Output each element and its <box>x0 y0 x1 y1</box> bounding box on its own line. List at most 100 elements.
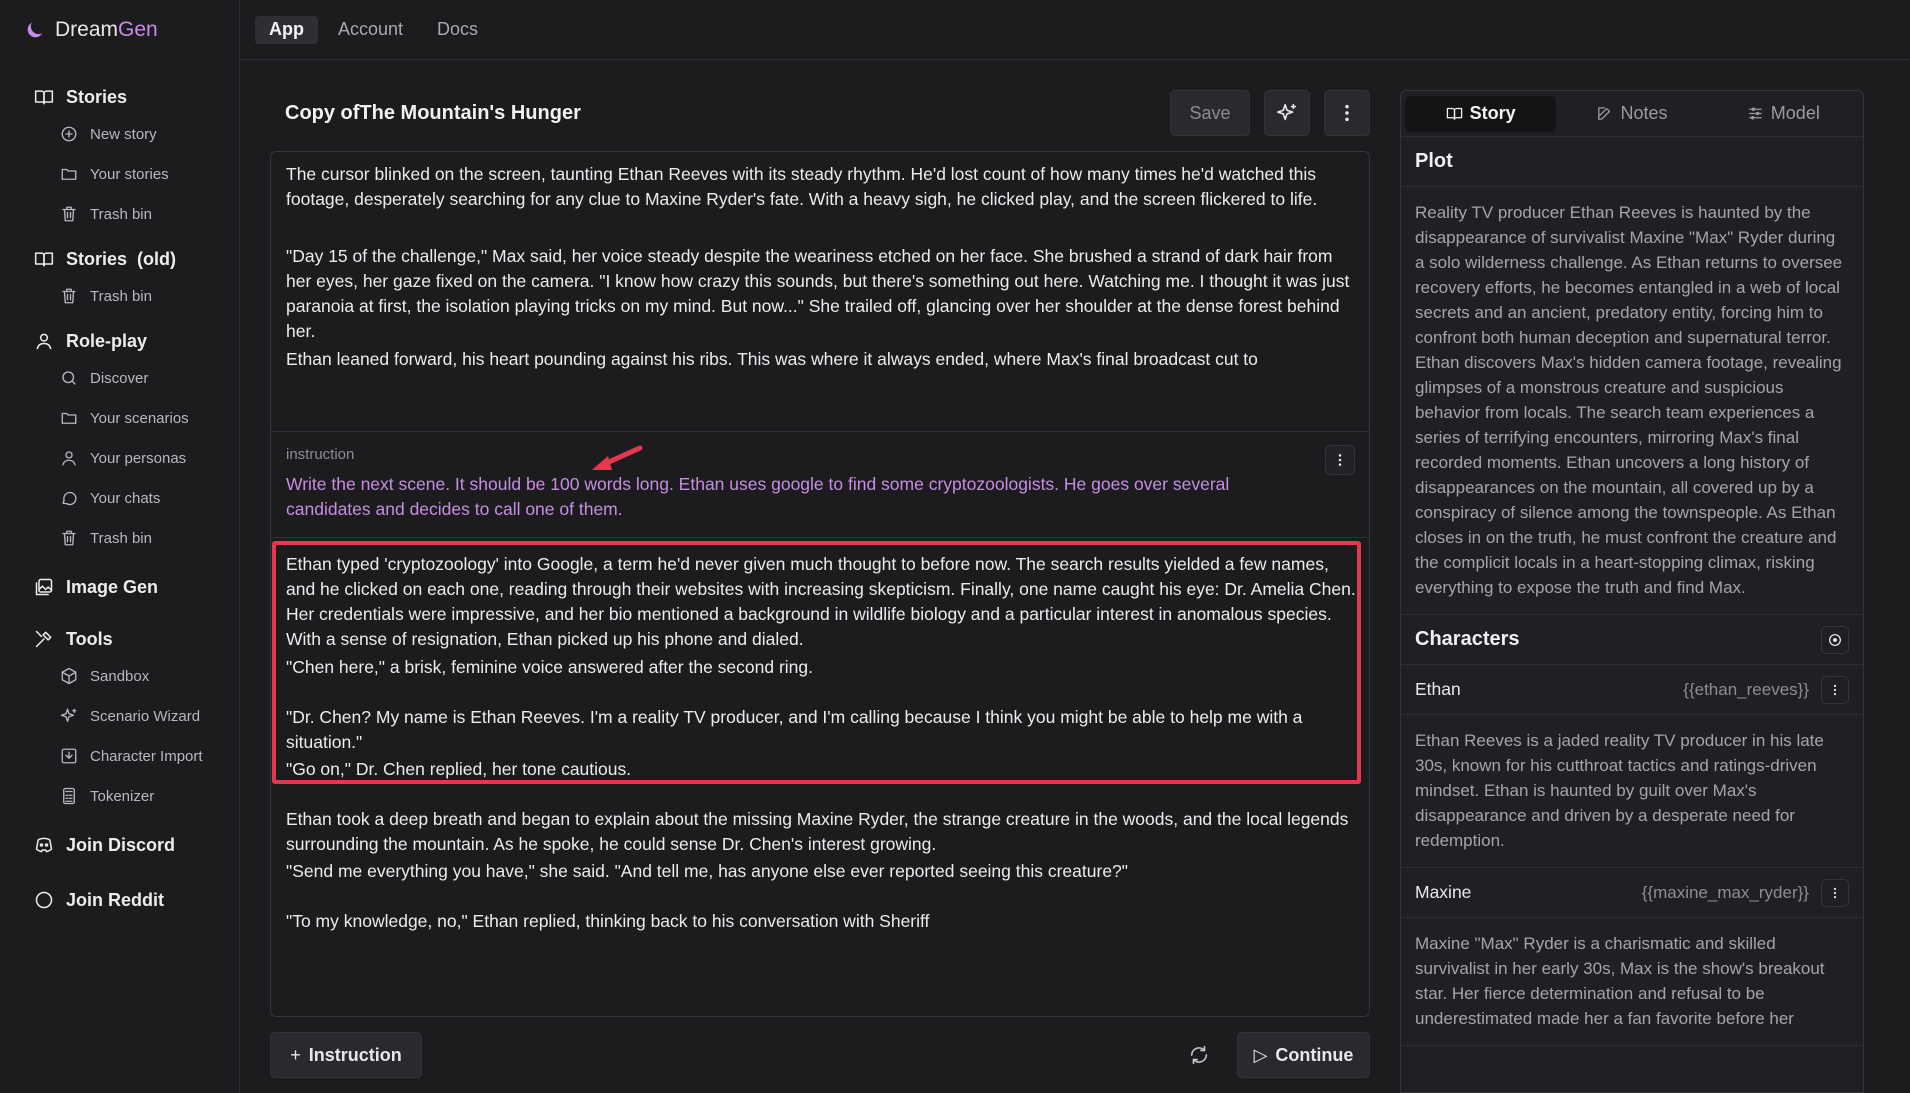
add-character-button[interactable] <box>1821 625 1849 654</box>
red-arrow-annotation <box>592 445 643 470</box>
more-vertical-icon <box>1332 452 1348 468</box>
sidebar-group-label: Join Discord <box>66 834 176 855</box>
story-paragraph[interactable]: "To my knowledge, no," Ethan replied, th… <box>286 909 1356 934</box>
tab-notes[interactable]: Notes <box>1556 96 1707 132</box>
generated-paragraph[interactable]: "Chen here," a brisk, feminine voice ans… <box>286 655 1356 680</box>
sidebar-item-your-personas[interactable]: Your personas <box>0 438 239 478</box>
sidebar-item-character-import[interactable]: Character Import <box>0 736 239 776</box>
sidebar-group-stories-old[interactable]: Stories (old) <box>0 242 239 276</box>
user-icon <box>34 331 54 351</box>
tab-story[interactable]: Story <box>1405 95 1557 132</box>
divider <box>271 431 1369 432</box>
character-name: Ethan <box>1415 679 1461 699</box>
plot-heading-label: Plot <box>1415 150 1453 172</box>
sidebar-item-label: Trash bin <box>90 287 152 305</box>
sidebar-item-discover[interactable]: Discover <box>0 358 239 398</box>
instruction-menu-button[interactable] <box>1325 445 1355 475</box>
book-icon <box>34 87 54 107</box>
more-vertical-icon <box>1828 683 1842 697</box>
tab-account[interactable]: Account <box>324 16 417 44</box>
sidebar-group-label: Image Gen <box>66 576 159 597</box>
sidebar-item-join-reddit[interactable]: Join Reddit <box>0 883 239 917</box>
sidebar-group-label: Stories <box>66 86 128 107</box>
edit-icon <box>1596 105 1613 122</box>
sidebar-group-stories[interactable]: Stories <box>0 80 239 114</box>
reddit-icon <box>34 890 54 910</box>
cube-icon <box>60 667 78 685</box>
story-paragraph[interactable]: The cursor blinked on the screen, taunti… <box>286 162 1356 212</box>
add-instruction-button[interactable]: + Instruction <box>270 1032 422 1078</box>
sidebar-item-trash-bin-old[interactable]: Trash bin <box>0 276 239 316</box>
sidebar-item-label: Your chats <box>90 489 161 507</box>
character-menu-button[interactable] <box>1821 878 1849 907</box>
story-title[interactable]: Copy ofThe Mountain's Hunger <box>270 102 1170 125</box>
sidebar-item-label: New story <box>90 125 157 143</box>
characters-heading-label: Characters <box>1415 628 1520 650</box>
tab-label: Notes <box>1620 103 1668 123</box>
sidebar-item-label: Character Import <box>90 747 203 765</box>
sidebar-item-label: Your stories <box>90 165 169 183</box>
images-icon <box>34 577 54 597</box>
user-icon <box>60 449 78 467</box>
character-header-ethan[interactable]: Ethan {{ethan_reeves}} <box>1401 665 1863 715</box>
sidebar-item-label: Sandbox <box>90 667 150 685</box>
plus-icon: + <box>290 1044 301 1065</box>
instruction-text[interactable]: Write the next scene. It should be 100 w… <box>286 472 1306 522</box>
sidebar-item-sandbox[interactable]: Sandbox <box>0 656 239 696</box>
tab-model[interactable]: Model <box>1708 96 1859 132</box>
sidebar-item-tokenizer[interactable]: Tokenizer <box>0 776 239 816</box>
sidebar-item-scenario-wizard[interactable]: Scenario Wizard <box>0 696 239 736</box>
sidebar-group-roleplay[interactable]: Role-play <box>0 324 239 358</box>
regenerate-icon[interactable] <box>1188 1044 1210 1066</box>
sidebar-item-your-stories[interactable]: Your stories <box>0 154 239 194</box>
story-editor-area: Copy ofThe Mountain's Hunger Save The cu… <box>270 90 1370 1078</box>
trash-icon <box>60 205 78 223</box>
character-description[interactable]: Ethan Reeves is a jaded reality TV produ… <box>1401 715 1863 868</box>
character-header-maxine[interactable]: Maxine {{maxine_max_ryder}} <box>1401 868 1863 918</box>
trash-icon <box>60 529 78 547</box>
generated-paragraph[interactable]: Ethan typed 'cryptozoology' into Google,… <box>286 552 1356 652</box>
sidebar-item-trash-bin-roleplay[interactable]: Trash bin <box>0 518 239 558</box>
more-vertical-icon <box>1828 886 1842 900</box>
sidebar-item-join-discord[interactable]: Join Discord <box>0 828 239 862</box>
tab-docs[interactable]: Docs <box>423 16 492 44</box>
story-paragraph[interactable]: Ethan leaned forward, his heart pounding… <box>286 347 1356 372</box>
magic-button[interactable] <box>1264 90 1310 136</box>
sparkles-icon <box>60 707 78 725</box>
brand-logo[interactable]: Dream Gen <box>0 0 239 60</box>
continue-button[interactable]: ▷ Continue <box>1237 1032 1370 1078</box>
save-button[interactable]: Save <box>1170 90 1250 136</box>
story-paragraph[interactable]: "Send me everything you have," she said.… <box>286 859 1356 884</box>
character-name: Maxine <box>1415 882 1472 902</box>
download-icon <box>60 747 78 765</box>
editor-header: Copy ofThe Mountain's Hunger Save <box>270 90 1370 136</box>
story-text-editor[interactable]: The cursor blinked on the screen, taunti… <box>270 151 1370 1017</box>
sparkles-icon <box>1276 102 1298 124</box>
sidebar-item-image-gen[interactable]: Image Gen <box>0 570 239 604</box>
character-menu-button[interactable] <box>1821 675 1849 704</box>
generated-paragraph[interactable]: "Dr. Chen? My name is Ethan Reeves. I'm … <box>286 705 1356 755</box>
sidebar-item-new-story[interactable]: New story <box>0 114 239 154</box>
story-paragraph[interactable]: Ethan took a deep breath and began to ex… <box>286 807 1356 857</box>
sidebar-item-your-chats[interactable]: Your chats <box>0 478 239 518</box>
characters-heading: Characters <box>1401 615 1863 665</box>
sidebar-item-trash-bin[interactable]: Trash bin <box>0 194 239 234</box>
story-details-panel: Story Notes Model Plot Reality TV produc… <box>1400 90 1864 1093</box>
sidebar-item-label: Scenario Wizard <box>90 707 201 725</box>
editor-actions: + Instruction ▷ Continue <box>270 1032 1370 1078</box>
app-root: Dream Gen Stories New story Your stories … <box>0 0 1910 1093</box>
story-paragraph[interactable]: "Day 15 of the challenge," Max said, her… <box>286 244 1356 344</box>
tab-app[interactable]: App <box>255 15 318 44</box>
story-paragraph[interactable]: "Go on," Dr. Chen replied, her tone caut… <box>286 757 1356 782</box>
sidebar-item-your-scenarios[interactable]: Your scenarios <box>0 398 239 438</box>
sidebar-item-label: Trash bin <box>90 529 152 547</box>
character-description[interactable]: Maxine "Max" Ryder is a charismatic and … <box>1401 918 1863 1046</box>
continue-label: Continue <box>1275 1044 1354 1065</box>
sidebar-group-tools[interactable]: Tools <box>0 622 239 656</box>
plot-heading: Plot <box>1401 137 1863 187</box>
sidebar-group-label: Join Reddit <box>66 889 164 910</box>
sidebar-item-label: Your personas <box>90 449 187 467</box>
plot-text[interactable]: Reality TV producer Ethan Reeves is haun… <box>1401 187 1863 615</box>
more-options-button[interactable] <box>1324 90 1370 136</box>
sidebar: Dream Gen Stories New story Your stories … <box>0 0 240 1093</box>
